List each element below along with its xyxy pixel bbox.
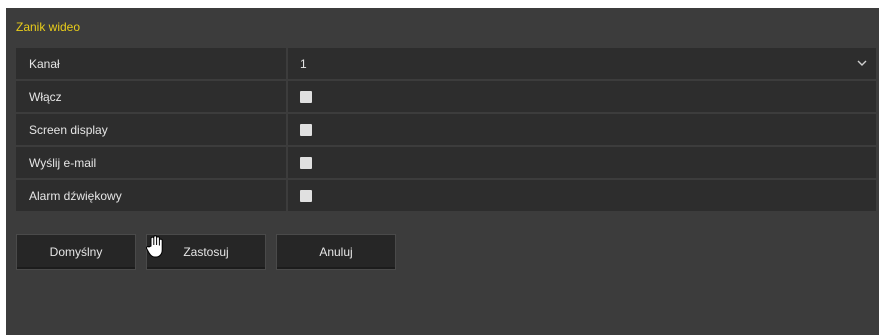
enable-checkbox[interactable] (300, 90, 312, 103)
enable-label: Włącz (16, 81, 286, 112)
cancel-button[interactable]: Anuluj (276, 234, 396, 270)
screen-display-row: Screen display (16, 114, 876, 145)
alarm-sound-cell (288, 180, 876, 211)
send-email-row: Wyślij e-mail (16, 147, 876, 178)
channel-label: Kanał (16, 48, 286, 79)
channel-select[interactable]: 1 (288, 48, 876, 79)
channel-select-value: 1 (300, 56, 307, 71)
default-button[interactable]: Domyślny (16, 234, 136, 270)
button-bar: Domyślny Zastosuj Anuluj (16, 234, 406, 270)
screen-display-checkbox[interactable] (300, 123, 312, 136)
screen-display-label: Screen display (16, 114, 286, 145)
send-email-checkbox[interactable] (300, 156, 312, 169)
hand-cursor-icon (146, 235, 163, 258)
channel-row: Kanał 1 (16, 48, 876, 79)
send-email-label: Wyślij e-mail (16, 147, 286, 178)
video-loss-panel: Zanik wideo Kanał 1 Włącz Screen display (6, 8, 879, 335)
enable-cell (288, 81, 876, 112)
section-title: Zanik wideo (16, 20, 81, 34)
chevron-down-icon[interactable] (856, 57, 868, 69)
alarm-sound-checkbox[interactable] (300, 189, 312, 202)
send-email-cell (288, 147, 876, 178)
enable-row: Włącz (16, 81, 876, 112)
screen-display-cell (288, 114, 876, 145)
alarm-sound-row: Alarm dźwiękowy (16, 180, 876, 211)
alarm-sound-label: Alarm dźwiękowy (16, 180, 286, 211)
settings-form: Kanał 1 Włącz Screen display Wyślij e-ma… (16, 48, 876, 213)
